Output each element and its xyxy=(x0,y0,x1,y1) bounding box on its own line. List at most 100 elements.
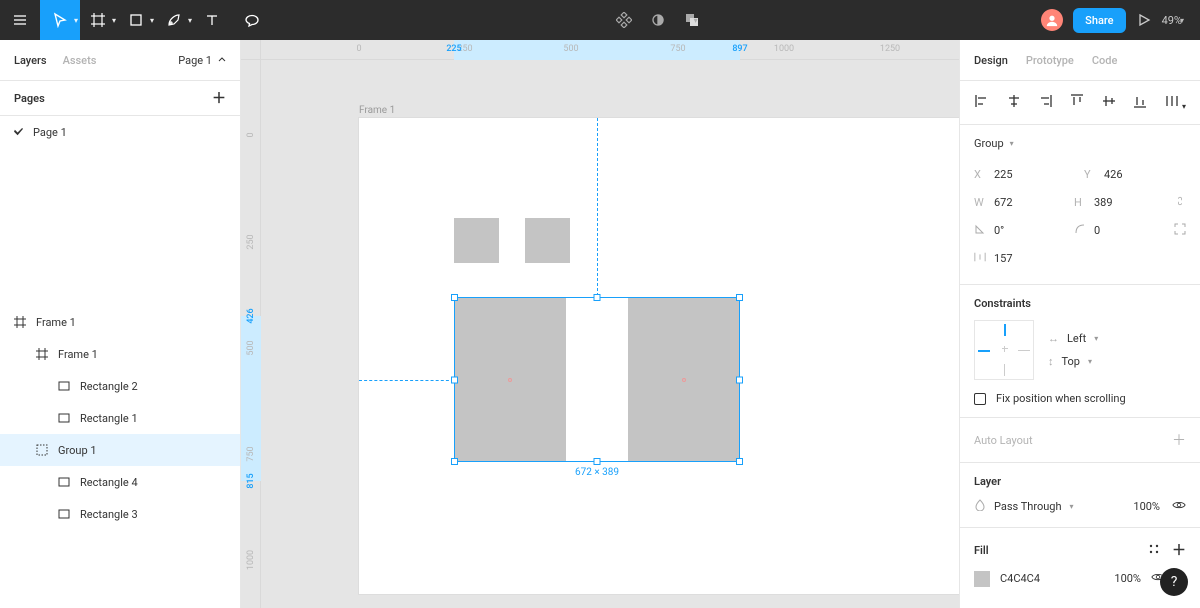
canvas[interactable]: 0250500750100012501500225897 02505007501… xyxy=(241,40,959,608)
x-label: X xyxy=(974,168,986,181)
help-button[interactable]: ? xyxy=(1160,568,1188,596)
constraint-v-select[interactable]: ↕Top▾ xyxy=(1048,355,1098,368)
blend-mode-select[interactable]: Pass Through xyxy=(994,500,1062,513)
align-vcenter-icon[interactable] xyxy=(1101,93,1117,112)
align-top-icon[interactable] xyxy=(1069,93,1085,112)
distribute-icon[interactable]: ▾ xyxy=(1164,93,1186,112)
align-right-icon[interactable] xyxy=(1037,93,1053,112)
add-autolayout-button[interactable]: ＋ xyxy=(1172,430,1186,450)
rectangle[interactable] xyxy=(525,218,570,263)
radius-input[interactable]: 0 xyxy=(1094,224,1152,237)
layer-name: Frame 1 xyxy=(36,316,76,329)
chevron-down-icon[interactable]: ▾ xyxy=(112,16,116,25)
comment-tool[interactable] xyxy=(232,0,272,40)
page-selector[interactable]: Page 1 xyxy=(178,54,226,67)
constraint-widget[interactable] xyxy=(974,320,1034,380)
share-button[interactable]: Share xyxy=(1073,8,1125,33)
add-page-button[interactable]: ＋ xyxy=(212,88,226,108)
fill-hex-input[interactable]: C4C4C4 xyxy=(1000,572,1040,585)
h-label: H xyxy=(1074,196,1086,209)
constraint-h-select[interactable]: ↔Left▾ xyxy=(1048,332,1098,345)
resize-handle[interactable] xyxy=(736,458,743,465)
chevron-down-icon[interactable]: ▾ xyxy=(188,16,192,25)
align-bottom-icon[interactable] xyxy=(1132,93,1148,112)
layer-name: Rectangle 4 xyxy=(80,476,138,489)
layer-rect[interactable]: Rectangle 2 xyxy=(0,370,240,402)
present-button[interactable] xyxy=(1136,0,1152,40)
chevron-down-icon[interactable]: ▾ xyxy=(694,16,698,25)
pages-header: Pages xyxy=(14,92,45,105)
checkbox-icon xyxy=(974,393,986,405)
right-panel: Design Prototype Code ▾ Group ▾ X225 Y4 xyxy=(959,40,1200,608)
layer-section-title: Layer xyxy=(974,475,1001,488)
main-menu-button[interactable] xyxy=(0,0,40,40)
layer-opacity-input[interactable]: 100% xyxy=(1133,500,1160,513)
tab-code[interactable]: Code xyxy=(1092,54,1118,67)
page-item[interactable]: Page 1 xyxy=(0,116,240,148)
chevron-down-icon[interactable]: ▾ xyxy=(74,16,78,25)
fix-scroll-label: Fix position when scrolling xyxy=(996,392,1126,405)
tab-layers[interactable]: Layers xyxy=(14,54,47,67)
visibility-icon[interactable] xyxy=(1172,498,1186,515)
angle-icon xyxy=(974,223,986,238)
spacing-icon xyxy=(974,251,986,266)
layer-name: Rectangle 2 xyxy=(80,380,138,393)
constraint-v-value: Top xyxy=(1062,355,1080,368)
layer-rect[interactable]: Rectangle 4 xyxy=(0,466,240,498)
resize-handle[interactable] xyxy=(736,376,743,383)
selection-kind[interactable]: Group ▾ xyxy=(974,137,1186,150)
resize-handle[interactable] xyxy=(451,376,458,383)
rectangle[interactable] xyxy=(454,218,499,263)
spacing-input[interactable]: 157 xyxy=(994,252,1052,265)
resize-handle[interactable] xyxy=(594,458,601,465)
tab-design[interactable]: Design xyxy=(974,54,1008,67)
guide xyxy=(359,380,454,381)
layer-frame[interactable]: Frame 1 xyxy=(0,306,240,338)
tab-assets[interactable]: Assets xyxy=(63,54,97,67)
w-label: W xyxy=(974,196,986,209)
layer-name: Frame 1 xyxy=(58,348,98,361)
layer-rect[interactable]: Rectangle 3 xyxy=(0,498,240,530)
x-input[interactable]: 225 xyxy=(994,168,1052,181)
chevron-down-icon[interactable]: ▾ xyxy=(150,16,154,25)
independent-corners-icon[interactable] xyxy=(1174,223,1186,238)
layer-group[interactable]: Group 1 xyxy=(0,434,240,466)
align-hcenter-icon[interactable] xyxy=(1006,93,1022,112)
rect-icon xyxy=(58,412,70,424)
rotation-input[interactable]: 0° xyxy=(994,224,1052,237)
fill-opacity-input[interactable]: 100% xyxy=(1114,572,1141,585)
layer-name: Rectangle 3 xyxy=(80,508,138,521)
align-left-icon[interactable] xyxy=(974,93,990,112)
ruler-vertical: 02505007501000426815 xyxy=(241,60,261,608)
avatar[interactable] xyxy=(1041,9,1063,31)
add-fill-button[interactable]: ＋ xyxy=(1172,540,1186,560)
mask-icon[interactable] xyxy=(650,0,666,40)
ruler-horizontal: 0250500750100012501500225897 xyxy=(261,40,959,60)
chevron-down-icon: ▾ xyxy=(1180,16,1184,25)
fill-title: Fill xyxy=(974,544,989,557)
components-icon[interactable] xyxy=(616,0,632,40)
link-wh-icon[interactable] xyxy=(1174,195,1186,210)
h-input[interactable]: 389 xyxy=(1094,196,1152,209)
resize-handle[interactable] xyxy=(594,294,601,301)
tab-prototype[interactable]: Prototype xyxy=(1026,54,1074,67)
layer-name: Group 1 xyxy=(58,444,97,457)
zoom-control[interactable]: 49% ▾ xyxy=(1162,14,1184,27)
y-input[interactable]: 426 xyxy=(1104,168,1162,181)
layer-frame[interactable]: Frame 1 xyxy=(0,338,240,370)
fix-scroll-checkbox[interactable]: Fix position when scrolling xyxy=(974,392,1186,405)
frame-label[interactable]: Frame 1 xyxy=(359,105,395,116)
fill-swatch[interactable] xyxy=(974,571,990,587)
w-input[interactable]: 672 xyxy=(994,196,1052,209)
style-icon[interactable] xyxy=(1148,543,1160,558)
guide xyxy=(597,118,598,296)
y-label: Y xyxy=(1084,168,1096,181)
frame-icon xyxy=(14,316,26,328)
resize-handle[interactable] xyxy=(451,458,458,465)
resize-handle[interactable] xyxy=(736,294,743,301)
left-panel: Layers Assets Page 1 Pages ＋ Page 1 Fram… xyxy=(0,40,241,608)
selection-box[interactable]: 672 × 389 xyxy=(454,297,740,462)
text-tool[interactable] xyxy=(192,0,232,40)
layer-rect[interactable]: Rectangle 1 xyxy=(0,402,240,434)
resize-handle[interactable] xyxy=(451,294,458,301)
